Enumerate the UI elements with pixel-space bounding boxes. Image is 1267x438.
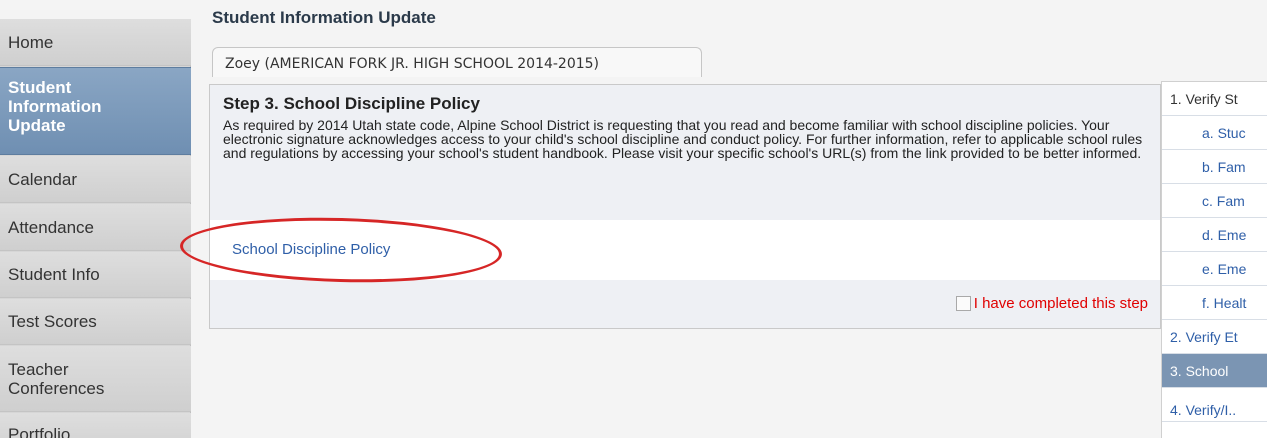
sidebar-item-home[interactable]: Home	[0, 19, 191, 66]
sidebar-item-label: Test Scores	[8, 312, 97, 331]
step-item-label: f. Healt	[1202, 294, 1247, 311]
tab-student[interactable]: Zoey (AMERICAN FORK JR. HIGH SCHOOL 2014…	[212, 47, 702, 77]
sidebar-item-student-info[interactable]: Student Info	[0, 252, 191, 298]
sidebar-item-portfolio[interactable]: Portfolio	[0, 413, 191, 438]
sidebar-item-label: Home	[8, 32, 54, 52]
sidebar-nav: Home Student Information Update Calendar…	[0, 19, 191, 438]
step-item-3[interactable]: 3. School	[1162, 354, 1267, 388]
sidebar-item-label: Teacher Conferences	[8, 359, 105, 398]
step-item-1[interactable]: 1. Verify St	[1162, 82, 1267, 116]
link-area: School Discipline Policy	[179, 213, 1160, 287]
step-item-label: 3. School	[1170, 362, 1229, 379]
sidebar-item-label: Student Information Update	[8, 78, 102, 135]
step-item-label: c. Fam	[1202, 192, 1245, 209]
completed-step-row: I have completed this step	[955, 295, 1148, 312]
step-item-2[interactable]: 2. Verify Et	[1162, 320, 1267, 354]
tab-label: Zoey (AMERICAN FORK JR. HIGH SCHOOL 2014…	[225, 56, 600, 72]
sidebar-item-test-scores[interactable]: Test Scores	[0, 299, 191, 345]
sidebar-item-student-information-update[interactable]: Student Information Update	[0, 67, 191, 155]
sidebar-item-label: Student Info	[8, 265, 100, 284]
sidebar-item-attendance[interactable]: Attendance	[0, 204, 191, 251]
step-item-label: e. Eme	[1202, 260, 1247, 277]
step-description: As required by 2014 Utah state code, Alp…	[223, 117, 1143, 161]
completed-step-checkbox[interactable]	[955, 296, 971, 311]
step-item-label: b. Fam	[1202, 158, 1246, 175]
step-item-label: a. Stuc	[1202, 124, 1246, 141]
sidebar-item-calendar[interactable]: Calendar	[0, 156, 191, 203]
step-item-label: 4. Verify/I..	[1170, 402, 1237, 418]
step-panel: Step 3. School Discipline Policy As requ…	[179, 84, 1161, 329]
step-item-1e[interactable]: e. Eme	[1162, 252, 1267, 286]
sidebar-item-label: Calendar	[8, 169, 77, 189]
step-item-1f[interactable]: f. Healt	[1162, 286, 1267, 320]
step-title: Step 3. School Discipline Policy	[223, 94, 480, 113]
highlight-oval	[179, 213, 503, 287]
step-item-4[interactable]: 4. Verify/I..	[1162, 388, 1267, 422]
step-item-1c[interactable]: c. Fam	[1162, 184, 1267, 218]
step-item-1b[interactable]: b. Fam	[1162, 150, 1267, 184]
step-item-1d[interactable]: d. Eme	[1162, 218, 1267, 252]
sidebar-item-label: Portfolio	[8, 425, 71, 438]
step-item-label: 2. Verify Et	[1170, 328, 1238, 345]
sidebar-item-teacher-conferences[interactable]: Teacher Conferences	[0, 346, 191, 412]
step-item-label: 1. Verify St	[1170, 90, 1238, 107]
steps-list: 1. Verify St a. Stuc b. Fam c. Fam d. Em…	[1161, 81, 1267, 438]
sidebar-item-label: Attendance	[8, 217, 95, 237]
page-title: Student Information Update	[212, 8, 436, 27]
step-item-1a[interactable]: a. Stuc	[1162, 116, 1267, 150]
step-item-label: d. Eme	[1202, 226, 1247, 243]
completed-step-label[interactable]: I have completed this step	[974, 295, 1148, 312]
